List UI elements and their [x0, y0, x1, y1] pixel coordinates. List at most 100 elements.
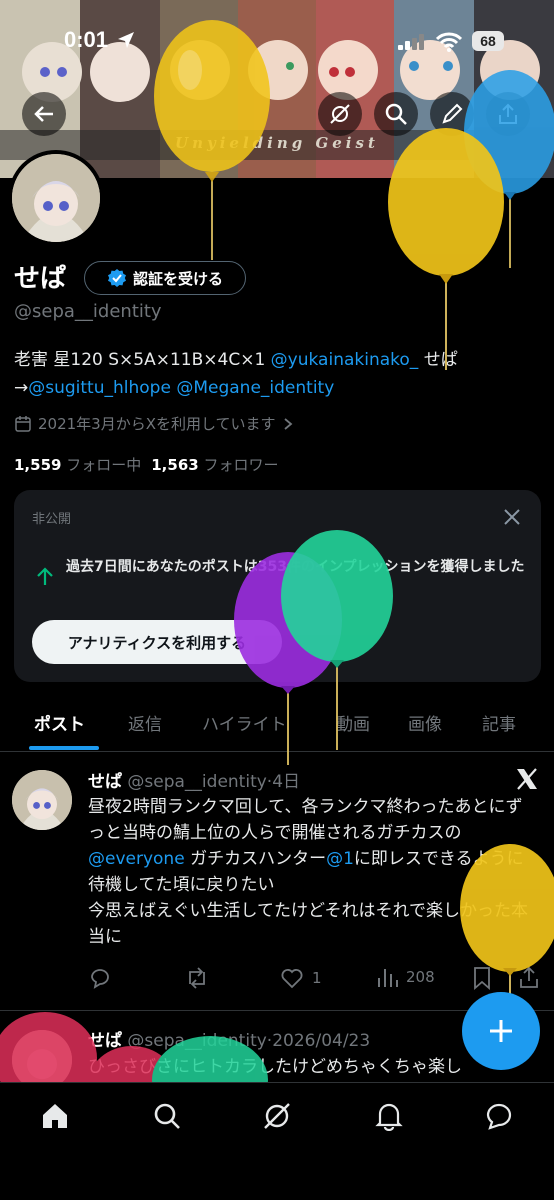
followers-count: 1,563 [151, 456, 199, 474]
bookmark-icon [474, 967, 490, 990]
search-icon [385, 103, 407, 125]
bio-text: せぱ [418, 350, 458, 370]
grok-button[interactable] [318, 92, 362, 136]
followers-link[interactable]: 1,563 フォロワー [151, 454, 278, 475]
post-text-segment: 今思えばえぐい生活してたけどそれはそれで楽しかった本当に [88, 901, 528, 947]
profile-handle: @sepa__identity [14, 301, 162, 322]
impressions-message: 過去7日間にあなたのポストは353件のインプレッションを獲得しました [66, 559, 525, 575]
get-verified-button[interactable]: 認証を受ける [84, 261, 246, 295]
banner-title: Unyielding Geist [175, 134, 379, 152]
pencil-icon [442, 103, 463, 124]
post-mention-link[interactable]: @everyone [88, 849, 185, 869]
post-avatar[interactable] [12, 770, 72, 830]
views-bar-chart-icon [378, 969, 398, 987]
grok-icon[interactable] [262, 1101, 292, 1131]
plus-icon [490, 1020, 512, 1042]
tab-posts[interactable]: ポスト [34, 710, 85, 735]
post-author-handle[interactable]: @sepa__identity [127, 772, 266, 792]
battery-indicator: 68 [472, 31, 504, 51]
avatar-image [12, 1030, 72, 1090]
private-label: 非公開 [32, 512, 72, 527]
reply-button[interactable] [88, 966, 112, 990]
post-actions: 1 208 [88, 962, 548, 994]
status-time: 0:01 [64, 27, 109, 52]
post-author-name[interactable]: せぱ [88, 772, 122, 792]
avatar-image [12, 770, 72, 830]
bio-mention-link[interactable]: @sugittu_hlhope [28, 378, 171, 398]
wifi-icon [436, 32, 462, 52]
post-time[interactable]: 4日 [272, 772, 300, 792]
grok-icon [330, 104, 350, 124]
post-author-handle[interactable]: @sepa__identity [127, 1031, 266, 1051]
profile-name: せぱ [14, 264, 67, 294]
avatar-image [12, 154, 100, 242]
join-date-text: 2021年3月からXを利用しています [38, 415, 276, 433]
status-bar: 0:01 68 [0, 0, 554, 80]
repost-icon [189, 967, 205, 989]
share-icon [499, 103, 517, 124]
profile-tabs: ポスト 返信 ハイライト 動画 画像 記事 [0, 700, 554, 752]
heart-icon [281, 969, 303, 989]
back-button[interactable] [22, 92, 66, 136]
messages-icon[interactable] [484, 1101, 514, 1131]
views-button[interactable]: 208 [376, 966, 435, 988]
active-tab-indicator [29, 746, 99, 750]
like-count: 1 [312, 969, 322, 987]
like-button[interactable]: 1 [280, 966, 322, 990]
close-icon[interactable] [501, 506, 523, 528]
post-header: せぱ @sepa__identity·4日 [88, 767, 300, 792]
view-count: 208 [406, 968, 435, 986]
bio-mention-link[interactable]: @Megane_identity [176, 378, 334, 398]
follow-stats: 1,559 フォロー中 1,563 フォロワー [14, 454, 279, 475]
verified-badge-icon [107, 269, 126, 287]
profile-bio: 老害 星120 S×5A×11B×4C×1 @yukainakinako_ せぱ… [14, 346, 544, 402]
cellular-signal-icon [398, 34, 424, 50]
x-logo-icon [517, 768, 537, 790]
location-arrow-icon [118, 32, 134, 48]
post-time[interactable]: 2026/04/23 [272, 1031, 370, 1051]
chevron-right-icon [283, 417, 292, 430]
arrow-up-icon [37, 567, 53, 585]
bio-text: 老害 星120 S×5A×11B×4C×1 [14, 350, 271, 370]
following-label: フォロー中 [66, 456, 142, 474]
search-icon[interactable] [152, 1101, 182, 1131]
following-count: 1,559 [14, 456, 62, 474]
post-avatar[interactable] [12, 1030, 72, 1090]
post-text-segment: ひっさびさにヒトカラしたけどめちゃくちゃ楽し [88, 1057, 462, 1077]
home-icon[interactable] [40, 1101, 70, 1131]
analytics-card: 非公開 過去7日間にあなたのポストは353件のインプレッションを獲得しました ア… [14, 490, 541, 682]
bookmark-button[interactable] [472, 966, 492, 990]
share-icon [520, 966, 538, 988]
join-date[interactable]: 2021年3月からXを利用しています [14, 413, 294, 434]
reply-icon [91, 969, 109, 989]
bottom-navigation [0, 1082, 554, 1200]
bio-mention-link[interactable]: @yukainakinako_ [271, 350, 419, 370]
post-text-segment: 昼夜2時間ランクマ回して、各ランクマ終わったあとにずっと当時の鯖上位の人らで開催… [88, 797, 523, 843]
tab-highlights[interactable]: ハイライト [202, 710, 287, 735]
post-author-name[interactable]: せぱ [88, 1031, 122, 1051]
back-arrow-icon [34, 106, 53, 122]
following-link[interactable]: 1,559 フォロー中 [14, 454, 141, 475]
edit-button[interactable] [430, 92, 474, 136]
post-text: 昼夜2時間ランクマ回して、各ランクマ終わったあとにずっと当時の鯖上位の人らで開催… [88, 794, 538, 950]
calendar-icon [15, 415, 31, 432]
post-header: せぱ @sepa__identity·2026/04/23 [88, 1026, 370, 1051]
post-text-segment: ガチカスハンター [184, 849, 327, 869]
share-profile-button[interactable] [486, 92, 530, 136]
get-verified-label: 認証を受ける [132, 269, 223, 288]
tab-images[interactable]: 画像 [408, 710, 442, 735]
search-button[interactable] [374, 92, 418, 136]
repost-button[interactable] [184, 966, 210, 990]
notifications-bell-icon[interactable] [374, 1101, 404, 1131]
followers-label: フォロワー [203, 456, 279, 474]
share-post-button[interactable] [518, 966, 540, 990]
tab-videos[interactable]: 動画 [336, 710, 370, 735]
use-analytics-button[interactable]: アナリティクスを利用する [32, 620, 282, 664]
tab-replies[interactable]: 返信 [128, 710, 162, 735]
bio-arrow: → [14, 378, 29, 398]
compose-post-button[interactable] [462, 992, 540, 1070]
post-mention-link[interactable]: @1 [326, 849, 354, 869]
tab-articles[interactable]: 記事 [482, 710, 516, 735]
profile-avatar[interactable] [8, 150, 104, 246]
post-text: ひっさびさにヒトカラしたけどめちゃくちゃ楽し [88, 1054, 538, 1080]
